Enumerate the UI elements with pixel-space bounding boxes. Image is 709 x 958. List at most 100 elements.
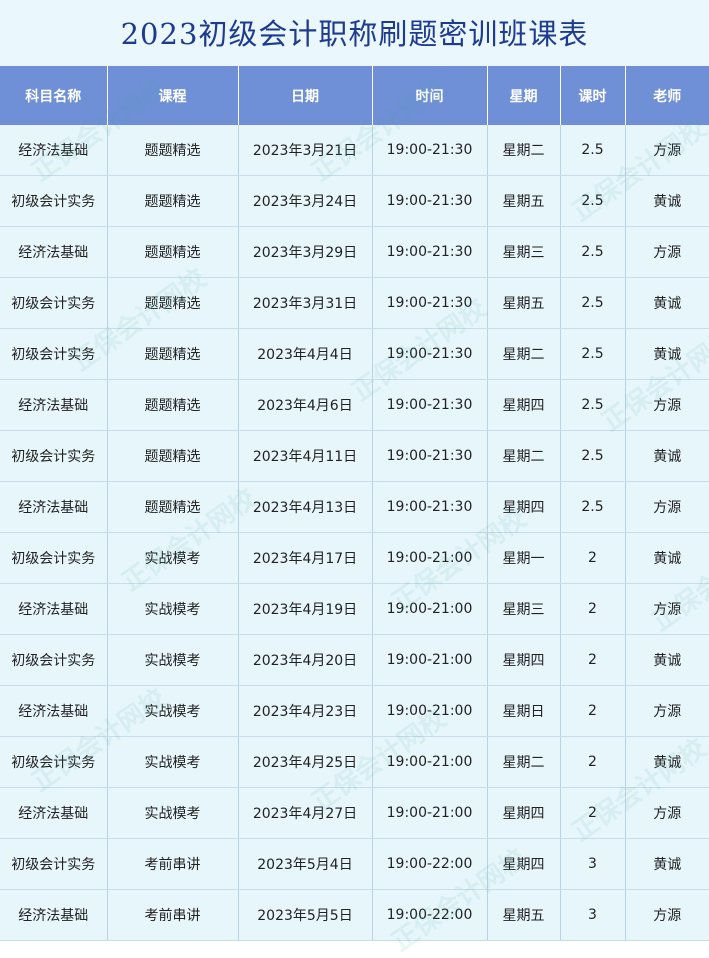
table-row: 经济法基础 实战模考 2023年4月27日 19:00-21:00 星期四 2 方源 — [0, 787, 709, 839]
date-cell: 2023年4月20日 — [238, 634, 373, 686]
subject-cell: 初级会计实务 — [0, 175, 108, 227]
column-header-hours: 课时 — [560, 66, 626, 125]
weekday-cell: 星期二 — [487, 125, 561, 176]
teacher-cell: 黄诚 — [625, 736, 709, 788]
subject-cell: 初级会计实务 — [0, 838, 108, 890]
weekday-cell: 星期一 — [487, 532, 561, 584]
date-cell: 2023年5月4日 — [238, 838, 373, 890]
date-cell: 2023年3月24日 — [238, 175, 373, 227]
schedule-table: 科目名称 课程 日期 时间 星期 课时 老师 经济法基础 题题精选 2023年3月2… — [0, 66, 709, 941]
course-cell: 题题精选 — [107, 277, 239, 329]
hours-cell: 2 — [560, 532, 626, 584]
table-row: 经济法基础 题题精选 2023年3月29日 19:00-21:30 星期三 2.5 方源 — [0, 226, 709, 278]
time-cell: 19:00-21:30 — [372, 125, 488, 176]
hours-cell: 2.5 — [560, 175, 626, 227]
teacher-cell: 方源 — [625, 379, 709, 431]
course-cell: 实战模考 — [107, 736, 239, 788]
hours-cell: 2.5 — [560, 379, 626, 431]
course-cell: 考前串讲 — [107, 889, 239, 941]
table-row: 经济法基础 实战模考 2023年4月19日 19:00-21:00 星期三 2 方源 — [0, 583, 709, 635]
table-row: 经济法基础 题题精选 2023年3月21日 19:00-21:30 星期二 2.5 方源 — [0, 125, 709, 176]
course-cell: 题题精选 — [107, 430, 239, 482]
teacher-cell: 方源 — [625, 583, 709, 635]
date-cell: 2023年4月19日 — [238, 583, 373, 635]
date-cell: 2023年4月17日 — [238, 532, 373, 584]
course-cell: 实战模考 — [107, 685, 239, 737]
subject-cell: 初级会计实务 — [0, 634, 108, 686]
teacher-cell: 黄诚 — [625, 838, 709, 890]
time-cell: 19:00-21:30 — [372, 328, 488, 380]
date-cell: 2023年3月31日 — [238, 277, 373, 329]
time-cell: 19:00-21:00 — [372, 685, 488, 737]
table-row: 初级会计实务 实战模考 2023年4月20日 19:00-21:00 星期四 2 黄诚 — [0, 634, 709, 686]
date-cell: 2023年4月4日 — [238, 328, 373, 380]
course-cell: 题题精选 — [107, 175, 239, 227]
hours-cell: 2 — [560, 583, 626, 635]
subject-cell: 经济法基础 — [0, 583, 108, 635]
weekday-cell: 星期四 — [487, 787, 561, 839]
subject-cell: 初级会计实务 — [0, 328, 108, 380]
hours-cell: 2 — [560, 787, 626, 839]
date-cell: 2023年4月11日 — [238, 430, 373, 482]
subject-cell: 初级会计实务 — [0, 736, 108, 788]
table-row: 初级会计实务 实战模考 2023年4月25日 19:00-21:00 星期二 2 黄诚 — [0, 736, 709, 788]
time-cell: 19:00-21:00 — [372, 583, 488, 635]
column-header-course: 课程 — [107, 66, 239, 125]
date-cell: 2023年4月27日 — [238, 787, 373, 839]
hours-cell: 2.5 — [560, 226, 626, 278]
table-header-row: 科目名称 课程 日期 时间 星期 课时 老师 — [0, 66, 709, 125]
course-cell: 考前串讲 — [107, 838, 239, 890]
hours-cell: 3 — [560, 838, 626, 890]
teacher-cell: 方源 — [625, 226, 709, 278]
column-header-teacher: 老师 — [625, 66, 709, 125]
time-cell: 19:00-21:30 — [372, 175, 488, 227]
time-cell: 19:00-21:30 — [372, 379, 488, 431]
hours-cell: 2 — [560, 634, 626, 686]
hours-cell: 2.5 — [560, 125, 626, 176]
hours-cell: 2.5 — [560, 481, 626, 533]
teacher-cell: 黄诚 — [625, 430, 709, 482]
time-cell: 19:00-21:30 — [372, 226, 488, 278]
column-header-subject: 科目名称 — [0, 66, 108, 125]
date-cell: 2023年4月23日 — [238, 685, 373, 737]
time-cell: 19:00-21:30 — [372, 481, 488, 533]
date-cell: 2023年4月25日 — [238, 736, 373, 788]
time-cell: 19:00-21:00 — [372, 532, 488, 584]
column-header-time: 时间 — [372, 66, 488, 125]
time-cell: 19:00-21:00 — [372, 736, 488, 788]
date-cell: 2023年3月29日 — [238, 226, 373, 278]
weekday-cell: 星期二 — [487, 328, 561, 380]
subject-cell: 经济法基础 — [0, 226, 108, 278]
table-row: 经济法基础 实战模考 2023年4月23日 19:00-21:00 星期日 2 方源 — [0, 685, 709, 737]
weekday-cell: 星期五 — [487, 889, 561, 941]
weekday-cell: 星期日 — [487, 685, 561, 737]
time-cell: 19:00-21:30 — [372, 277, 488, 329]
table-row: 初级会计实务 实战模考 2023年4月17日 19:00-21:00 星期一 2 黄诚 — [0, 532, 709, 584]
hours-cell: 2.5 — [560, 430, 626, 482]
subject-cell: 经济法基础 — [0, 481, 108, 533]
weekday-cell: 星期三 — [487, 583, 561, 635]
time-cell: 19:00-22:00 — [372, 889, 488, 941]
date-cell: 2023年3月21日 — [238, 125, 373, 176]
subject-cell: 经济法基础 — [0, 685, 108, 737]
table-row: 经济法基础 题题精选 2023年4月6日 19:00-21:30 星期四 2.5 方源 — [0, 379, 709, 431]
course-cell: 实战模考 — [107, 634, 239, 686]
table-row: 初级会计实务 题题精选 2023年4月4日 19:00-21:30 星期二 2.5 黄诚 — [0, 328, 709, 380]
hours-cell: 2.5 — [560, 328, 626, 380]
weekday-cell: 星期三 — [487, 226, 561, 278]
weekday-cell: 星期四 — [487, 379, 561, 431]
subject-cell: 经济法基础 — [0, 787, 108, 839]
table-row: 初级会计实务 考前串讲 2023年5月4日 19:00-22:00 星期四 3 黄诚 — [0, 838, 709, 890]
course-cell: 题题精选 — [107, 125, 239, 176]
teacher-cell: 黄诚 — [625, 532, 709, 584]
time-cell: 19:00-21:00 — [372, 787, 488, 839]
schedule-page: 2023初级会计职称刷题密训班课表 科目名称 课程 日期 时间 星期 课时 老师… — [0, 0, 709, 958]
teacher-cell: 方源 — [625, 889, 709, 941]
date-cell: 2023年4月13日 — [238, 481, 373, 533]
subject-cell: 初级会计实务 — [0, 532, 108, 584]
teacher-cell: 黄诚 — [625, 328, 709, 380]
hours-cell: 2 — [560, 736, 626, 788]
date-cell: 2023年5月5日 — [238, 889, 373, 941]
subject-cell: 经济法基础 — [0, 379, 108, 431]
table-row: 初级会计实务 题题精选 2023年3月31日 19:00-21:30 星期五 2.5 黄诚 — [0, 277, 709, 329]
